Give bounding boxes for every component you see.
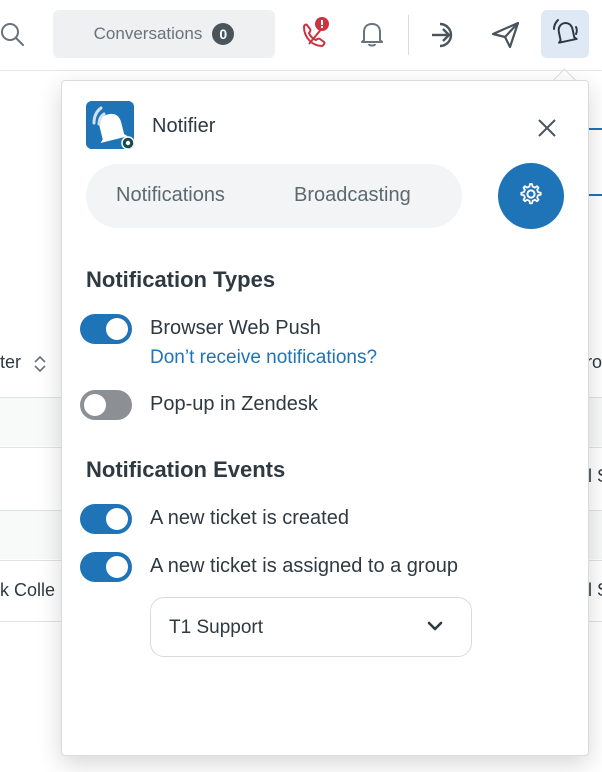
tab-broadcasting[interactable]: Broadcasting <box>294 184 411 207</box>
background-tab-fragment <box>588 128 602 196</box>
background-row-text: k Colle <box>0 580 56 600</box>
tab-bar: Notifications Broadcasting <box>86 164 462 228</box>
tab-notifications[interactable]: Notifications <box>116 184 225 207</box>
close-icon[interactable] <box>532 113 562 143</box>
app-title: Notifier <box>152 115 216 137</box>
ticket-created-toggle[interactable] <box>80 504 132 534</box>
popup-in-zendesk-toggle[interactable] <box>80 390 132 420</box>
bell-icon[interactable] <box>356 18 388 50</box>
ticket-assigned-group-label: A new ticket is assigned to a group <box>150 555 458 577</box>
toggle-knob <box>106 556 128 578</box>
phone-alert-icon[interactable] <box>296 15 332 53</box>
notifier-app-button[interactable] <box>541 10 589 58</box>
notifier-bell-icon <box>550 17 580 52</box>
sort-icon[interactable] <box>33 354 47 379</box>
toggle-knob <box>106 318 128 340</box>
group-select[interactable]: T1 Support <box>150 597 472 657</box>
search-icon[interactable] <box>0 20 26 48</box>
background-right-cell: l S <box>588 466 602 486</box>
background-column-header: ter <box>0 352 22 372</box>
browser-web-push-toggle[interactable] <box>80 314 132 344</box>
chevron-down-icon <box>423 616 447 636</box>
conversations-count-badge: 0 <box>212 23 235 45</box>
top-navigation-bar: Conversations 0 <box>0 0 602 71</box>
toggle-knob <box>106 508 128 530</box>
popup-in-zendesk-label: Pop-up in Zendesk <box>150 393 318 415</box>
sign-in-icon[interactable] <box>426 17 462 53</box>
toggle-knob <box>84 394 106 416</box>
notification-types-heading: Notification Types <box>86 267 276 292</box>
notifier-logo <box>86 101 134 149</box>
notifier-popover: Notifier Notifications Broadcasting Noti… <box>61 80 589 756</box>
toolbar-divider <box>408 15 409 55</box>
ticket-created-label: A new ticket is created <box>150 507 349 529</box>
settings-button[interactable] <box>498 163 564 229</box>
gear-icon <box>518 181 544 212</box>
conversations-button[interactable]: Conversations 0 <box>53 10 275 58</box>
browser-web-push-label: Browser Web Push <box>150 317 321 339</box>
background-right-cell: l S <box>588 580 602 600</box>
conversations-label: Conversations <box>93 24 203 43</box>
notification-events-heading: Notification Events <box>86 457 286 482</box>
group-select-value: T1 Support <box>169 617 263 638</box>
dont-receive-notifications-link[interactable]: Don’t receive notifications? <box>150 347 377 369</box>
ticket-assigned-group-toggle[interactable] <box>80 552 132 582</box>
send-icon[interactable] <box>488 17 524 53</box>
